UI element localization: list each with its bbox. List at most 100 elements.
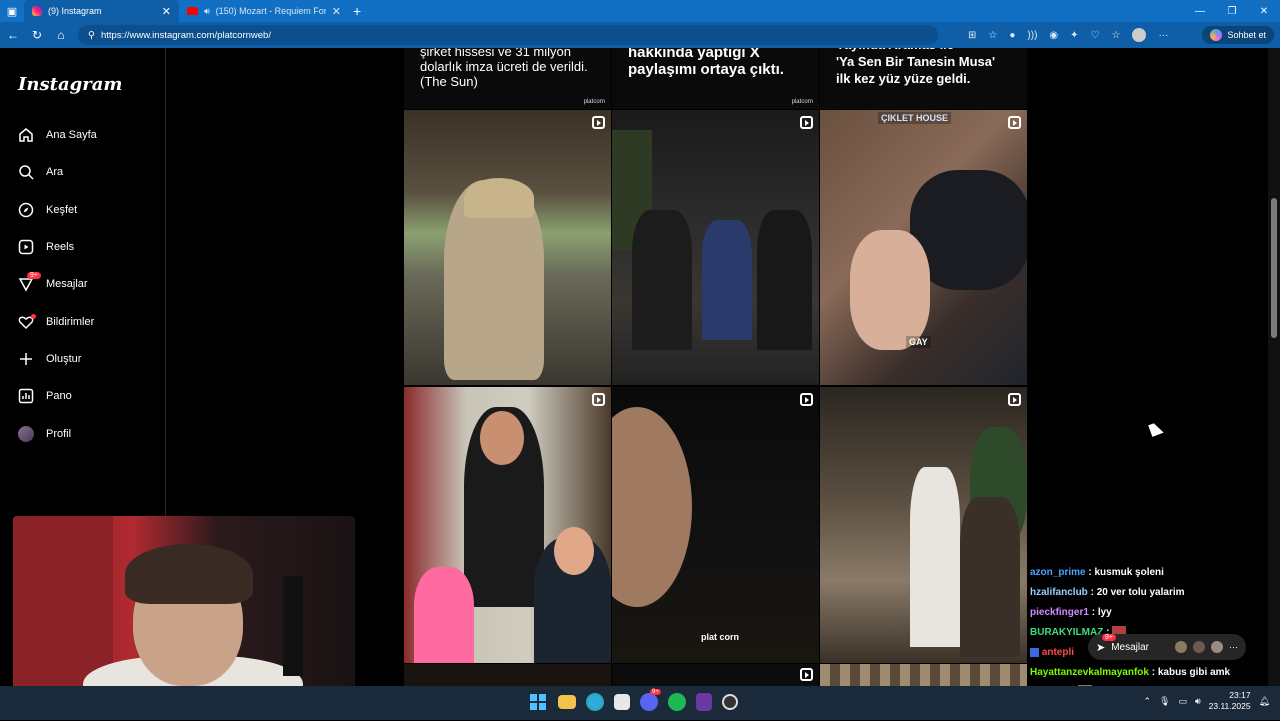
tab-instagram[interactable]: (9) Instagram ✕ [24, 0, 179, 22]
post-tile[interactable] [612, 664, 819, 686]
post-tile[interactable]: Yayında Aramas ile 'Ya Sen Bir Tanesin M… [820, 48, 1027, 109]
post-caption: Yayında Aramas ile 'Ya Sen Bir Tanesin M… [836, 48, 996, 86]
profile-icon[interactable] [1132, 28, 1147, 42]
chart-icon [18, 388, 34, 404]
url-field[interactable]: ⚲ https://www.instagram.com/platcornweb/ [78, 25, 938, 45]
sidebar-item-home[interactable]: Ana Sayfa [18, 123, 97, 147]
post-tile[interactable] [404, 664, 611, 686]
sidebar-item-messages[interactable]: 9+ Mesajlar [18, 272, 88, 296]
spotify-icon[interactable] [668, 693, 686, 711]
post-tile[interactable]: hakkında yaptığı X paylaşımı ortaya çıkt… [612, 48, 819, 109]
post-tile[interactable]: ÇIKLET HOUSE GAY [820, 110, 1027, 385]
read-aloud-icon[interactable]: ))) [1027, 30, 1037, 41]
file-explorer-icon[interactable] [558, 695, 576, 709]
extensions-puzzle-icon[interactable]: ✦ [1070, 30, 1078, 41]
app-available-icon[interactable]: ⊞ [968, 30, 976, 41]
close-window-icon[interactable]: ✕ [1248, 0, 1280, 22]
sidebar-item-notifications[interactable]: Bildirimler [18, 310, 94, 334]
compass-icon [18, 202, 34, 218]
extension-icon[interactable]: ◉ [1049, 30, 1058, 41]
notification-icon[interactable]: 🔔︎ [1259, 696, 1270, 707]
post-tile[interactable]: plat corn [612, 387, 819, 663]
more-icon[interactable]: ··· [1229, 642, 1238, 652]
store-icon[interactable] [614, 694, 630, 710]
chat-user: pieckfinger1 [1030, 607, 1089, 618]
system-tray: ⌃ 🎙︎ ▭ 🔊︎ 23:17 23.11.2025 🔔︎ [1143, 690, 1270, 712]
chat-text: kabus gibi amk [1157, 667, 1231, 678]
home-icon[interactable]: ⌂ [54, 28, 68, 42]
reels-icon [1008, 393, 1021, 406]
window-controls: — ❐ ✕ [1184, 0, 1280, 22]
restore-icon[interactable]: ❐ [1216, 0, 1248, 22]
post-tile[interactable] [820, 387, 1027, 663]
post-image-foot [850, 230, 930, 350]
discord-icon[interactable]: 9+ [640, 689, 661, 711]
avatar [1193, 641, 1205, 653]
reels-icon [1008, 116, 1021, 129]
chat-user: antepli [1041, 647, 1075, 658]
badge-icon [1030, 647, 1039, 657]
post-tile[interactable] [820, 664, 1027, 686]
post-tile[interactable]: şirket hissesi ve 31 milyon dolarlık imz… [404, 48, 611, 109]
platcorn-watermark: platcorn [583, 99, 605, 105]
minimize-icon[interactable]: — [1184, 0, 1216, 22]
more-menu-icon[interactable]: ··· [1158, 30, 1168, 41]
reels-icon [800, 393, 813, 406]
microphone-icon[interactable]: 🎙︎ [1159, 696, 1170, 707]
notification-badge: 9+ [27, 272, 41, 279]
reels-icon [592, 393, 605, 406]
favorite-star-icon[interactable]: ☆ [988, 30, 997, 41]
instagram-favicon-icon [32, 6, 42, 16]
post-tile[interactable] [404, 387, 611, 663]
messages-pill[interactable]: ➤ 9+ Mesajlar ··· [1088, 633, 1246, 660]
chat-message: pieckfinger1 : lyy [1030, 607, 1112, 618]
sidebar-item-label: Ana Sayfa [46, 129, 97, 141]
instagram-logo[interactable]: Instagram [18, 74, 122, 95]
volume-icon[interactable]: 🔊︎ [1195, 696, 1201, 707]
network-icon[interactable]: ▭ [1178, 696, 1187, 707]
reels-icon [800, 668, 813, 681]
messenger-icon: 9+ [18, 272, 41, 292]
app-icon[interactable] [722, 694, 738, 710]
close-tab-icon[interactable]: ✕ [162, 5, 171, 18]
chat-message: hzalifanclub : 20 ver tolu yalarim [1030, 587, 1185, 598]
messages-label: Mesajlar [1111, 641, 1150, 653]
chat-text: 20 ver tolu yalarim [1096, 587, 1185, 598]
sidebar-item-reels[interactable]: Reels [18, 235, 74, 259]
tab-title: (9) Instagram [48, 6, 102, 16]
start-icon[interactable] [528, 691, 548, 713]
edge-icon[interactable] [586, 693, 604, 711]
avatar [18, 426, 34, 442]
tab-youtube[interactable]: 🔊︎ (150) Mozart - Requiem For ✕ [179, 0, 349, 22]
window-menu-icon[interactable]: ▣ [0, 0, 24, 22]
webcam-overlay [13, 516, 355, 708]
new-tab-button[interactable]: + [353, 3, 361, 19]
sidebar-item-create[interactable]: Oluştur [18, 347, 81, 371]
close-tab-icon[interactable]: ✕ [332, 5, 341, 18]
sidebar-item-dashboard[interactable]: Pano [18, 384, 72, 408]
post-tile[interactable] [612, 110, 819, 385]
post-tile[interactable] [404, 110, 611, 385]
discord-badge: 9+ [650, 689, 661, 695]
chat-message: Hayattanzevkalmayanfok : kabus gibi amk [1030, 667, 1231, 678]
scrollbar-thumb[interactable] [1271, 198, 1277, 338]
sidebar-item-search[interactable]: Ara [18, 160, 63, 184]
back-icon[interactable]: ← [6, 28, 20, 42]
clock[interactable]: 23:17 23.11.2025 [1209, 690, 1251, 712]
site-info-icon[interactable]: ⚲ [88, 30, 95, 41]
avatar [1211, 641, 1223, 653]
microphone-icon [283, 576, 303, 676]
obs-like-icon[interactable] [696, 693, 712, 711]
extension-icon[interactable]: ● [1009, 30, 1015, 41]
copilot-chat-button[interactable]: Sohbet et [1202, 26, 1274, 44]
post-caption: hakkında yaptığı X paylaşımı ortaya çıkt… [628, 48, 784, 78]
chat-text: lyy [1097, 607, 1112, 618]
refresh-icon[interactable]: ↻ [30, 28, 44, 42]
sidebar-item-profile[interactable]: Profil [18, 422, 71, 446]
browser-essentials-icon[interactable]: ♡ [1091, 30, 1100, 41]
favorites-icon[interactable]: ☆ [1112, 30, 1121, 41]
chevron-up-icon[interactable]: ⌃ [1143, 696, 1151, 707]
sidebar-item-explore[interactable]: Keşfet [18, 198, 77, 222]
post-image-person [910, 467, 960, 647]
post-overlay-text: GAY [906, 336, 931, 348]
